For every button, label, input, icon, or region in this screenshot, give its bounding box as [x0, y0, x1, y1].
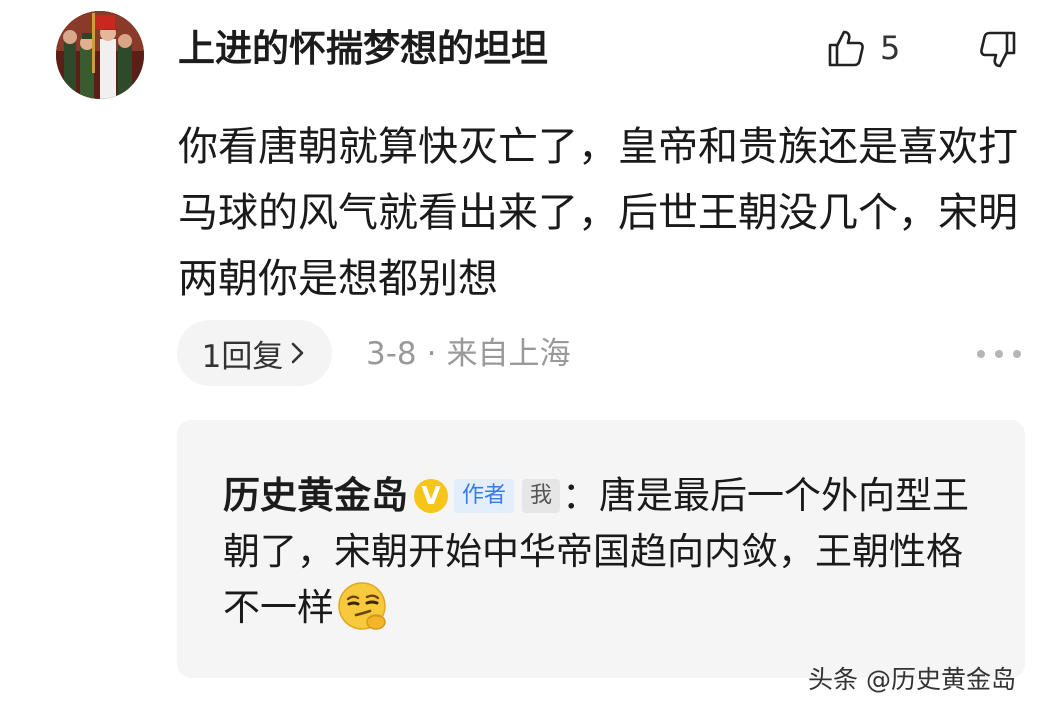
comment-meta: 3-8 · 来自上海 — [366, 334, 571, 374]
watermark-text: 头条 @历史黄金岛 — [808, 665, 1016, 694]
like-count: 5 — [880, 29, 901, 67]
author-tag: 作者 — [454, 479, 515, 513]
more-dot — [995, 350, 1003, 358]
more-dots-icon[interactable] — [977, 350, 1021, 360]
comment-username[interactable]: 上进的怀揣梦想的坦坦 — [178, 26, 548, 72]
reply-count-label: 1回复 — [201, 338, 284, 375]
thumbs-down-icon — [980, 31, 1016, 68]
comment-date: 3-8 — [366, 336, 417, 372]
avatar-image — [56, 11, 144, 99]
reply-author-name[interactable]: 历史黄金岛 — [223, 474, 408, 517]
reply-separator: ： — [562, 474, 600, 517]
verified-badge-icon: V — [414, 479, 448, 513]
more-dot — [977, 350, 985, 358]
comment-text: 你看唐朝就算快灭亡了，皇帝和贵族还是喜欢打马球的风气就看出来了，后世王朝没几个，… — [178, 124, 1018, 302]
more-dot — [1013, 350, 1021, 358]
comment-location: 来自上海 — [446, 336, 571, 372]
like-button[interactable]: 5 — [826, 26, 900, 70]
smirk-thinking-emoji-icon — [338, 582, 386, 630]
dislike-button[interactable] — [976, 27, 1020, 71]
thumbs-up-icon — [828, 30, 864, 67]
me-tag: 我 — [522, 479, 561, 513]
view-replies-button[interactable]: 1回复 — [177, 320, 332, 386]
author-reply-box[interactable]: 历史黄金岛 V 作者我：唐是最后一个外向型王朝了，宋朝开始中华帝国趋向内敛，王朝性格… — [177, 420, 1025, 678]
user-avatar[interactable] — [56, 11, 144, 99]
meta-separator: · — [426, 336, 437, 372]
author-reply-content: 历史黄金岛 V 作者我：唐是最后一个外向型王朝了，宋朝开始中华帝国趋向内敛，王朝性格… — [223, 468, 993, 636]
chevron-right-icon — [292, 342, 304, 364]
